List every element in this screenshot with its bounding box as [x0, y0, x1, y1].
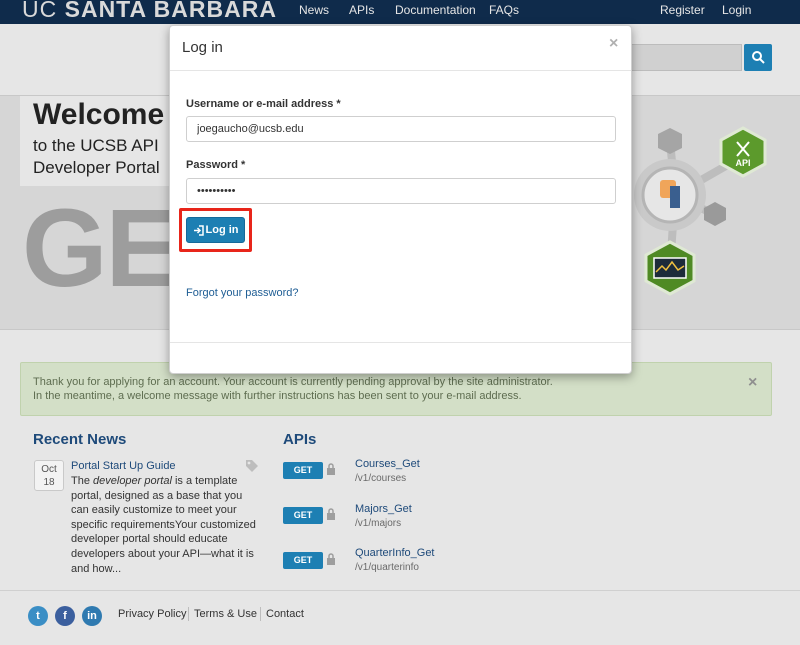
sign-in-icon — [193, 224, 204, 236]
password-field[interactable] — [186, 178, 616, 204]
username-label: Username or e-mail address * — [186, 98, 341, 110]
modal-header-divider — [170, 70, 631, 71]
forgot-password-link[interactable]: Forgot your password? — [186, 287, 299, 299]
login-button[interactable]: Log in — [186, 217, 245, 243]
login-button-label: Log in — [205, 224, 239, 236]
modal-footer-divider — [170, 342, 631, 343]
modal-title: Log in — [182, 39, 223, 56]
modal-close-button[interactable]: × — [609, 35, 618, 53]
password-label: Password * — [186, 159, 246, 171]
username-field[interactable] — [186, 116, 616, 142]
login-modal: Log in × Username or e-mail address * Pa… — [169, 25, 632, 374]
